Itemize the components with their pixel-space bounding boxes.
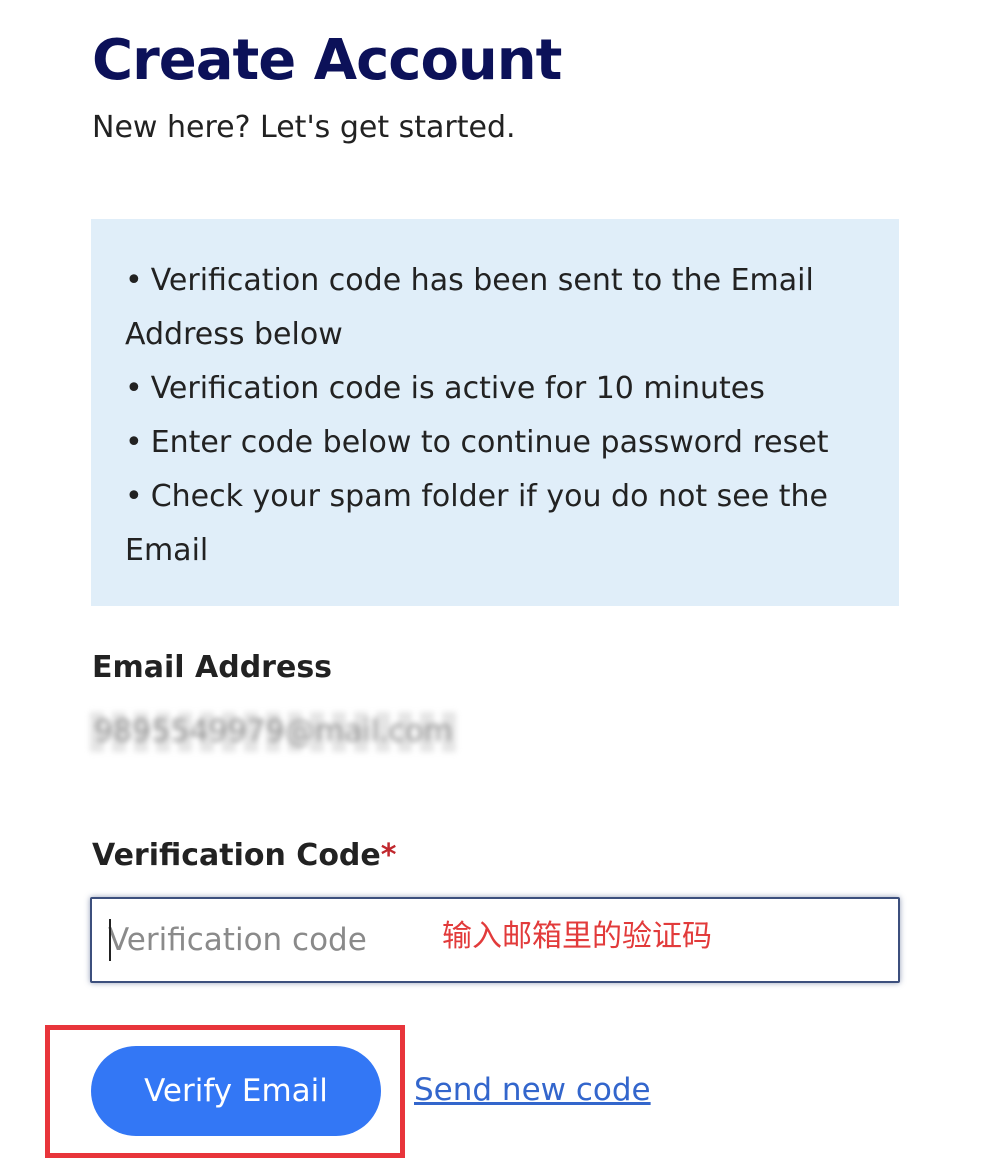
send-new-code-link[interactable]: Send new code — [414, 1070, 651, 1110]
info-list: Verification code has been sent to the E… — [125, 254, 865, 578]
verification-info-box: Verification code has been sent to the E… — [91, 219, 899, 606]
verification-code-label: Verification Code* — [92, 836, 396, 876]
info-item-code-sent: Verification code has been sent to the E… — [125, 254, 865, 362]
email-address-label: Email Address — [92, 650, 333, 685]
info-item-active-duration: Verification code is active for 10 minut… — [125, 362, 865, 416]
verification-code-field[interactable]: 输入邮箱里的验证码 — [90, 897, 900, 983]
info-item-check-spam: Check your spam folder if you do not see… — [125, 470, 865, 578]
page-subtitle: New here? Let's get started. — [92, 110, 516, 145]
verification-code-label-text: Verification Code — [92, 838, 381, 873]
text-caret — [109, 919, 111, 961]
info-item-enter-code: Enter code below to continue password re… — [125, 416, 865, 470]
annotation-note: 输入邮箱里的验证码 — [442, 919, 712, 954]
verification-code-input[interactable] — [108, 899, 408, 981]
page-title: Create Account — [92, 28, 562, 93]
verify-email-button[interactable]: Verify Email — [91, 1046, 381, 1136]
email-address-value: 9895549979@mail.com — [90, 712, 457, 752]
required-asterisk: * — [380, 838, 397, 873]
